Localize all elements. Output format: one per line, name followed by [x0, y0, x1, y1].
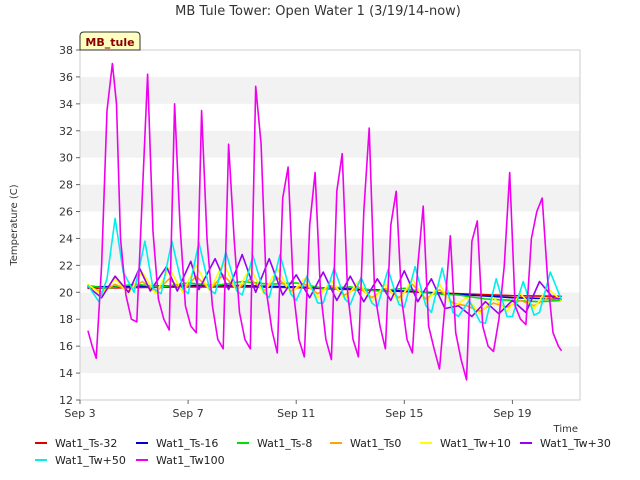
x-tick-label: Sep 11 — [277, 407, 315, 420]
y-tick-label: 26 — [59, 206, 73, 219]
x-tick-label: Sep 15 — [385, 407, 423, 420]
legend-label-wat1-ts-32: Wat1_Ts-32 — [55, 437, 117, 450]
y-axis-label: Temperature (C) — [9, 184, 20, 266]
grid-band — [80, 50, 580, 77]
y-tick-label: 12 — [59, 394, 73, 407]
y-tick-label: 18 — [59, 313, 73, 326]
y-tick-label: 16 — [59, 340, 73, 353]
grid-band — [80, 211, 580, 239]
grid-band — [80, 130, 580, 158]
chart: MB Tule Tower: Open Water 1 (3/19/14-now… — [9, 4, 611, 467]
y-tick-label: 22 — [59, 259, 73, 272]
y-tick-label: 36 — [59, 71, 73, 84]
legend-label-wat1-tw-10: Wat1_Tw+10 — [440, 437, 511, 450]
legend: Wat1_Ts-32 Wat1_Ts-16 Wat1_Ts-8 Wat1_Ts0 Wat… — [35, 437, 611, 467]
chart-title: MB Tule Tower: Open Water 1 (3/19/14-now… — [175, 4, 461, 19]
x-axis-label: Time — [553, 424, 578, 435]
legend-label-wat1-ts0: Wat1_Ts0 — [350, 437, 401, 450]
grid-band — [80, 319, 580, 347]
y-tick-label: 38 — [59, 44, 73, 57]
grid-band — [80, 76, 580, 104]
y-tick-label: 30 — [59, 152, 73, 165]
legend-label-wat1-ts-16: Wat1_Ts-16 — [156, 437, 218, 450]
y-tick-label: 24 — [59, 232, 73, 245]
legend-label-wat1-tw-50: Wat1_Tw+50 — [55, 454, 126, 467]
station-badge-label: MB_tule — [85, 36, 134, 49]
grid-band — [80, 103, 580, 131]
x-tick-label: Sep 19 — [493, 407, 531, 420]
grid-band — [80, 346, 580, 374]
y-tick-label: 34 — [59, 98, 73, 111]
x-axis: Sep 3 Sep 7 Sep 11 Sep 15 Sep 19 — [64, 400, 532, 420]
grid-band — [80, 373, 580, 400]
legend-label-wat1-tw100: Wat1_Tw100 — [156, 454, 225, 467]
y-axis: 12 14 16 18 20 22 24 26 28 30 32 34 36 38 — [59, 44, 80, 407]
station-badge: MB_tule — [79, 31, 141, 51]
grid-band — [80, 157, 580, 185]
grid-band — [80, 184, 580, 212]
y-tick-label: 20 — [59, 286, 73, 299]
y-tick-label: 14 — [59, 367, 73, 380]
y-tick-label: 28 — [59, 179, 73, 192]
y-tick-label: 32 — [59, 125, 73, 138]
x-tick-label: Sep 7 — [172, 407, 203, 420]
grid-bands — [80, 50, 580, 400]
x-tick-label: Sep 3 — [64, 407, 95, 420]
legend-label-wat1-ts-8: Wat1_Ts-8 — [257, 437, 312, 450]
legend-label-wat1-tw-30: Wat1_Tw+30 — [540, 437, 611, 450]
